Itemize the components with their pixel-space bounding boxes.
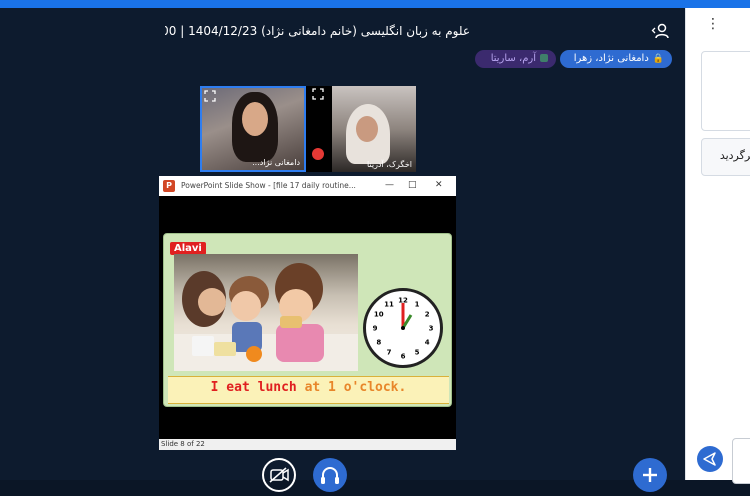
top-banner <box>0 0 750 8</box>
slide-caption: I eat lunch at 1 o'clock. <box>168 380 449 395</box>
chat-sidebar: ⋮ برگردید <box>685 8 750 484</box>
participant-chip-label: آرم، ساریتا <box>490 53 536 64</box>
caption-part-1: I eat lunch <box>210 380 305 395</box>
video-tile-participant[interactable]: اخگرک، آدرینا <box>332 86 416 172</box>
expand-icon[interactable] <box>312 88 324 100</box>
clock-number: 6 <box>401 353 406 361</box>
slide-content: Alavi 12 1 2 3 4 5 6 7 8 9 10 11 I eat l… <box>163 233 452 407</box>
clock-number: 10 <box>374 311 384 319</box>
video-tile-presenter[interactable]: دامغانی نژاد... <box>200 86 306 172</box>
user-icon[interactable] <box>651 22 669 40</box>
window-title: PowerPoint Slide Show - [file 17 daily r… <box>181 181 356 190</box>
clock-number: 8 <box>376 339 381 347</box>
shared-screen: P PowerPoint Slide Show - [file 17 daily… <box>159 176 456 450</box>
meeting-title: علوم به زبان انگلیسی (خانم دامغانی نژاد)… <box>165 24 470 38</box>
participant-chip[interactable]: آرم، ساریتا <box>475 50 556 68</box>
clock-number: 2 <box>425 311 430 319</box>
window-statusbar: Slide 8 of 22 <box>159 439 456 450</box>
video-label: اخگرک، آدرینا <box>366 160 412 169</box>
clock-number: 3 <box>429 325 434 333</box>
plus-icon <box>643 468 657 482</box>
send-icon <box>703 452 716 466</box>
return-button-label: برگردید <box>719 149 750 162</box>
slide-photo <box>174 254 358 371</box>
slide-caption-band: I eat lunch at 1 o'clock. <box>168 376 449 404</box>
clock-number: 5 <box>415 349 420 357</box>
actions-button[interactable] <box>633 458 667 492</box>
clock-face: 12 12 3 45 6 78 9 1011 <box>373 297 434 361</box>
maximize-icon[interactable]: □ <box>408 180 417 190</box>
clock-number: 9 <box>373 325 378 333</box>
message-input[interactable] <box>732 438 750 484</box>
expand-icon[interactable] <box>204 90 216 102</box>
powerpoint-icon: P <box>163 180 175 192</box>
audio-button[interactable] <box>313 458 347 492</box>
return-button[interactable]: برگردید <box>701 138 750 176</box>
close-icon[interactable]: ✕ <box>435 180 443 190</box>
camera-off-icon <box>269 467 289 483</box>
clock-number: 4 <box>425 339 430 347</box>
clock-number: 12 <box>398 297 408 305</box>
clock-number: 1 <box>415 300 420 308</box>
lock-icon: 🔒 <box>652 54 664 64</box>
video-person-face <box>356 116 378 142</box>
more-vertical-icon[interactable]: ⋮ <box>706 16 720 32</box>
send-button[interactable] <box>697 446 723 472</box>
mic-muted-icon <box>312 148 324 160</box>
minimize-icon[interactable]: — <box>385 180 394 190</box>
presenter-chip[interactable]: 🔒دامغانی نژاد، زهرا <box>560 50 672 68</box>
presenter-chip-label: دامغانی نژاد، زهرا <box>573 53 649 64</box>
window-titlebar: P PowerPoint Slide Show - [file 17 daily… <box>159 176 456 196</box>
video-person-face <box>242 102 268 136</box>
video-label: دامغانی نژاد... <box>252 158 300 167</box>
headphones-icon <box>321 467 339 484</box>
participant-dot-icon <box>540 54 548 62</box>
slide-clock: 12 1 2 3 4 5 6 7 8 9 10 11 <box>363 288 443 368</box>
children-eating-illustration <box>174 263 358 371</box>
chat-panel-card <box>701 51 750 131</box>
camera-toggle-button[interactable] <box>262 458 296 492</box>
clock-number: 11 <box>384 300 394 308</box>
slide-counter: Slide 8 of 22 <box>161 440 205 448</box>
caption-part-2: at 1 o'clock. <box>304 380 407 395</box>
meeting-stage: علوم به زبان انگلیسی (خانم دامغانی نژاد)… <box>0 8 685 492</box>
clock-number: 7 <box>387 349 392 357</box>
